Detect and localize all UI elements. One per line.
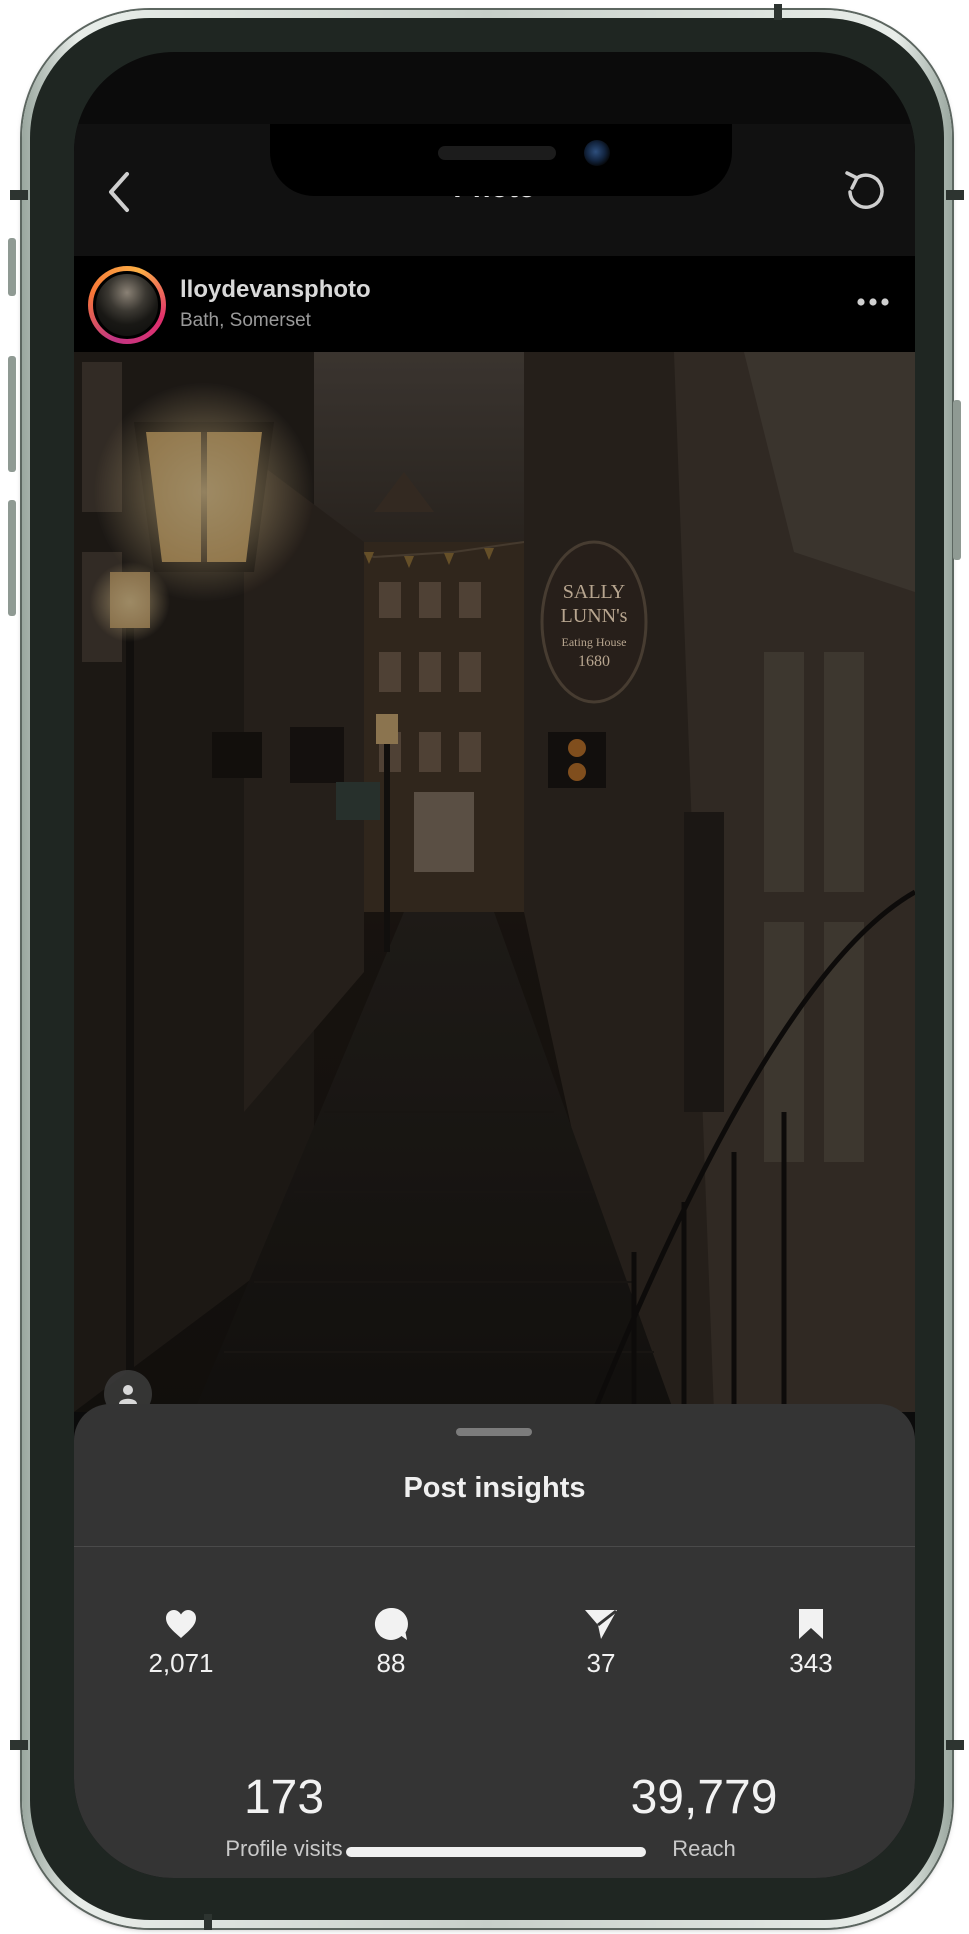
bookmark-icon	[799, 1609, 823, 1639]
screen: Photo lloydevansphoto Bath, Somerset	[74, 52, 915, 1878]
more-horizontal-icon	[857, 298, 889, 306]
user-icon	[119, 1385, 137, 1404]
mute-switch	[8, 500, 16, 616]
antenna-line	[946, 190, 964, 200]
post-username[interactable]: lloydevansphoto	[180, 276, 371, 304]
earpiece-speaker	[438, 146, 556, 160]
divider	[74, 1546, 915, 1547]
antenna-line	[204, 1914, 212, 1930]
refresh-icon	[845, 171, 884, 209]
comment-icon	[374, 1607, 408, 1640]
avatar[interactable]	[93, 271, 161, 339]
home-indicator[interactable]	[346, 1847, 646, 1857]
antenna-line	[946, 1740, 964, 1750]
volume-up-button	[8, 238, 16, 296]
likes-count: 2,071	[148, 1648, 214, 1678]
comments-count: 88	[376, 1648, 406, 1678]
post-insights-sheet: Post insights 2,071 88 37 343 173 Profil…	[74, 1404, 915, 1878]
insights-title: Post insights	[403, 1472, 586, 1504]
sign-line-3: Eating House	[562, 635, 627, 649]
antenna-line	[10, 190, 28, 200]
sign-line-2: LUNN's	[561, 605, 628, 627]
top-bar: Photo	[74, 124, 915, 256]
more-options-button[interactable]	[849, 282, 897, 322]
reach-value: 39,779	[630, 1771, 778, 1824]
shares-count: 37	[586, 1648, 616, 1678]
metric-likes: 2,071	[101, 1604, 261, 1679]
heart-icon	[166, 1610, 196, 1638]
refresh-button[interactable]	[835, 162, 895, 222]
power-button	[953, 400, 961, 560]
post-header: lloydevansphoto Bath, Somerset	[74, 256, 915, 352]
front-camera	[584, 140, 610, 166]
metric-comments: 88	[311, 1604, 471, 1679]
metric-saves: 343	[731, 1604, 891, 1679]
antenna-line	[10, 1740, 28, 1750]
notch	[270, 124, 732, 196]
antenna-line	[774, 4, 782, 20]
metric-shares: 37	[521, 1604, 681, 1679]
volume-down-button	[8, 356, 16, 472]
post-photo[interactable]: SALLY LUNN's Eating House 1680	[74, 352, 915, 1412]
avatar-story-ring[interactable]	[88, 266, 166, 344]
sign-line-1: SALLY	[563, 581, 625, 603]
photo-sign-text: SALLY LUNN's Eating House 1680	[561, 581, 628, 670]
sign-line-4: 1680	[578, 653, 610, 670]
profile-visits-value: 173	[243, 1771, 325, 1824]
saves-count: 343	[789, 1648, 833, 1678]
sheet-grabber[interactable]	[456, 1428, 532, 1436]
post-location[interactable]: Bath, Somerset	[180, 310, 311, 332]
share-icon	[585, 1609, 617, 1639]
